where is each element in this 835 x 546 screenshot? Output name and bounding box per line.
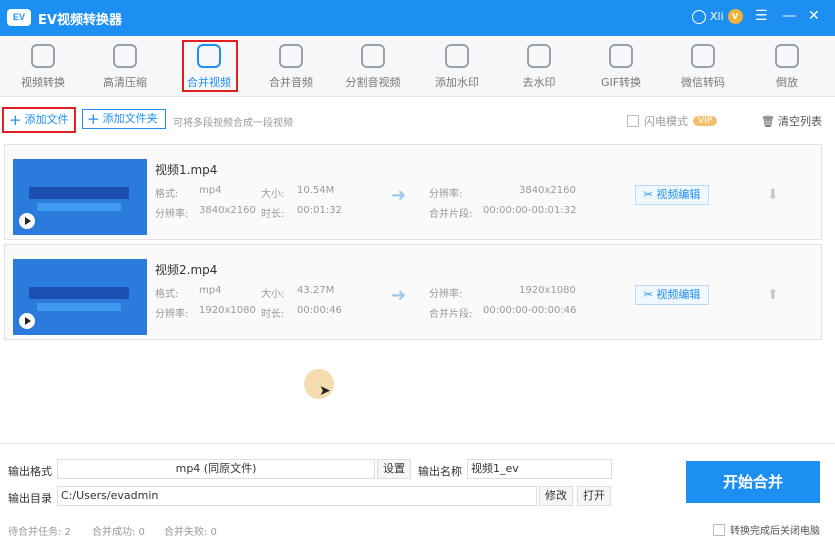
vip-badge: VIP bbox=[693, 116, 718, 126]
size-label: 大小: bbox=[261, 189, 285, 200]
flash-mode[interactable]: 闪电模式 VIP bbox=[627, 113, 718, 129]
output-resolution-value: 1920x1080 bbox=[519, 285, 576, 296]
start-merge-button[interactable]: 开始合并 bbox=[686, 461, 820, 503]
close-icon[interactable]: ✕ bbox=[808, 8, 820, 24]
resolution-value: 3840x2160 bbox=[199, 205, 256, 216]
convert-arrow-icon: ➜ bbox=[391, 285, 407, 306]
segment-value: 00:00:00-00:00:46 bbox=[483, 305, 577, 316]
segment-label: 合并片段: bbox=[429, 209, 473, 220]
output-name-input[interactable]: 视频1_ev bbox=[467, 459, 612, 479]
move-down-icon[interactable]: ⬇ bbox=[767, 187, 779, 203]
shutdown-checkbox[interactable] bbox=[713, 523, 725, 536]
output-format-field[interactable]: mp4 (同原文件) bbox=[57, 459, 375, 479]
remove-watermark-icon bbox=[527, 44, 551, 68]
mouse-cursor-icon: ➤ bbox=[319, 383, 331, 399]
gif-icon bbox=[609, 44, 633, 68]
menu-icon[interactable]: ☰ bbox=[755, 8, 768, 24]
app-logo-icon: EV bbox=[7, 9, 31, 26]
output-name-label: 输出名称 bbox=[418, 465, 462, 478]
output-format-label: 输出格式 bbox=[8, 465, 52, 478]
format-label: 格式: bbox=[155, 189, 179, 200]
size-value: 43.27M bbox=[297, 285, 335, 296]
stamp-icon bbox=[445, 44, 469, 68]
reverse-icon bbox=[775, 44, 799, 68]
segment-value: 00:00:00-00:01:32 bbox=[483, 205, 577, 216]
output-resolution-value: 3840x2160 bbox=[519, 185, 576, 196]
flash-mode-checkbox[interactable] bbox=[627, 115, 639, 127]
tool-compress[interactable]: 高清压缩 bbox=[82, 36, 168, 96]
video-convert-icon bbox=[31, 44, 55, 68]
vip-badge: V bbox=[727, 9, 743, 24]
tool-gif[interactable]: GIF转换 bbox=[578, 36, 664, 96]
title-bar: EV EV视频转换器 Xli V ☰ — ✕ bbox=[0, 0, 835, 36]
resolution-label: 分辨率: bbox=[155, 209, 189, 220]
size-label: 大小: bbox=[261, 289, 285, 300]
video-thumbnail bbox=[13, 259, 147, 335]
trash-icon: 🗑 bbox=[761, 114, 775, 128]
user-name: Xli bbox=[710, 10, 724, 23]
tool-wechat[interactable]: 微信转码 bbox=[660, 36, 746, 96]
modify-button[interactable]: 修改 bbox=[539, 486, 573, 506]
merge-audio-icon bbox=[279, 44, 303, 68]
file-row[interactable]: 视频1.mp4 格式: mp4 大小: 10.54M 分辨率: 3840x216… bbox=[4, 144, 822, 240]
resolution-value: 1920x1080 bbox=[199, 305, 256, 316]
play-icon[interactable] bbox=[19, 213, 35, 229]
user-account[interactable]: Xli V bbox=[692, 9, 743, 24]
duration-value: 00:00:46 bbox=[297, 305, 342, 316]
add-folder-button[interactable]: + 添加文件夹 bbox=[82, 109, 166, 129]
duration-value: 00:01:32 bbox=[297, 205, 342, 216]
file-name: 视频2.mp4 bbox=[155, 263, 218, 277]
minimize-icon[interactable]: — bbox=[782, 8, 796, 24]
shutdown-option[interactable]: 转换完成后关闭电脑 bbox=[713, 522, 820, 537]
function-toolbar: 视频转换 高清压缩 合并视频 合并音频 分割音视频 添加水印 去水印 GIF转换… bbox=[0, 36, 835, 97]
pending-count: 待合并任务: 2 bbox=[8, 527, 71, 538]
app-title: EV视频转换器 bbox=[38, 13, 122, 28]
wechat-icon bbox=[691, 44, 715, 68]
video-thumbnail bbox=[13, 159, 147, 235]
format-label: 格式: bbox=[155, 289, 179, 300]
output-resolution-label: 分辨率: bbox=[429, 289, 463, 300]
file-row[interactable]: 视频2.mp4 格式: mp4 大小: 43.27M 分辨率: 1920x108… bbox=[4, 244, 822, 340]
merge-hint: 可将多段视频合成一段视频 bbox=[173, 118, 293, 129]
output-dir-field[interactable]: C:/Users/evadmin bbox=[57, 486, 537, 506]
open-button[interactable]: 打开 bbox=[577, 486, 611, 506]
duration-label: 时长: bbox=[261, 209, 285, 220]
split-icon bbox=[361, 44, 385, 68]
add-file-highlight bbox=[2, 107, 76, 133]
success-count: 合并成功: 0 bbox=[92, 527, 145, 538]
size-value: 10.54M bbox=[297, 185, 335, 196]
tool-split[interactable]: 分割音视频 bbox=[330, 36, 416, 96]
compress-icon bbox=[113, 44, 137, 68]
play-icon[interactable] bbox=[19, 313, 35, 329]
scissors-icon: ✂ bbox=[643, 288, 657, 301]
output-resolution-label: 分辨率: bbox=[429, 189, 463, 200]
tool-video-convert[interactable]: 视频转换 bbox=[0, 36, 86, 96]
tool-remove-watermark[interactable]: 去水印 bbox=[496, 36, 582, 96]
tool-merge-audio[interactable]: 合并音频 bbox=[248, 36, 334, 96]
output-dir-label: 输出目录 bbox=[8, 492, 52, 505]
plus-icon: + bbox=[87, 110, 100, 128]
file-name: 视频1.mp4 bbox=[155, 163, 218, 177]
tool-reverse[interactable]: 倒放 bbox=[744, 36, 830, 96]
video-edit-button[interactable]: ✂ 视频编辑 bbox=[635, 285, 709, 305]
convert-arrow-icon: ➜ bbox=[391, 185, 407, 206]
tool-watermark[interactable]: 添加水印 bbox=[414, 36, 500, 96]
format-value: mp4 bbox=[199, 285, 222, 296]
duration-label: 时长: bbox=[261, 309, 285, 320]
settings-button[interactable]: 设置 bbox=[377, 459, 411, 479]
segment-label: 合并片段: bbox=[429, 309, 473, 320]
scissors-icon: ✂ bbox=[643, 188, 657, 201]
clear-list-button[interactable]: 🗑 清空列表 bbox=[761, 113, 822, 129]
video-edit-button[interactable]: ✂ 视频编辑 bbox=[635, 185, 709, 205]
format-value: mp4 bbox=[199, 185, 222, 196]
failed-count: 合并失败: 0 bbox=[164, 527, 217, 538]
move-up-icon[interactable]: ⬆ bbox=[767, 287, 779, 303]
resolution-label: 分辨率: bbox=[155, 309, 189, 320]
merge-video-highlight bbox=[182, 40, 238, 92]
user-icon bbox=[692, 9, 706, 24]
